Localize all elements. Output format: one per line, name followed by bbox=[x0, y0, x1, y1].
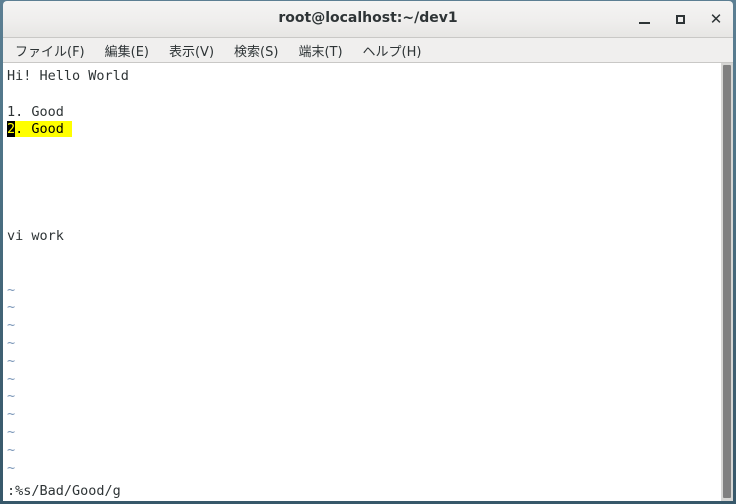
maximize-icon bbox=[675, 15, 685, 24]
terminal-window: root@localhost:~/dev1 ✕ ファイル(F) 編集(E) 表示… bbox=[0, 0, 736, 504]
vi-empty-line-marker: ~ bbox=[7, 459, 16, 476]
menu-item-terminal[interactable]: 端末(T) bbox=[298, 41, 342, 60]
vi-empty-line-marker: ~ bbox=[7, 352, 16, 369]
window-controls: ✕ bbox=[635, 1, 725, 38]
menu-bar: ファイル(F) 編集(E) 表示(V) 検索(S) 端末(T) ヘルプ(H) bbox=[3, 38, 733, 63]
search-match-highlight: . Good bbox=[15, 121, 73, 138]
terminal-body: Hi! Hello World 1. Good 2. Good vi work ~… bbox=[3, 63, 733, 501]
highlighted-line: 2. Good bbox=[7, 121, 720, 139]
window-title: root@localhost:~/dev1 bbox=[278, 10, 458, 26]
vi-empty-line-marker: ~ bbox=[7, 370, 16, 387]
vi-empty-line-marker: ~ bbox=[7, 281, 16, 298]
minimize-button[interactable] bbox=[635, 11, 653, 29]
vi-empty-line-marker: ~ bbox=[7, 317, 16, 334]
vi-empty-line-marker: ~ bbox=[7, 299, 16, 316]
menu-item-view[interactable]: 表示(V) bbox=[169, 41, 214, 60]
title-bar[interactable]: root@localhost:~/dev1 ✕ bbox=[3, 1, 733, 38]
maximize-button[interactable] bbox=[671, 11, 689, 29]
text-cursor: 2 bbox=[7, 121, 16, 138]
vi-empty-line-marker: ~ bbox=[7, 334, 16, 351]
menu-item-search[interactable]: 検索(S) bbox=[234, 41, 278, 60]
terminal-line: Hi! Hello World bbox=[7, 68, 129, 84]
vi-command-line[interactable]: :%s/Bad/Good/g bbox=[3, 481, 720, 501]
scrollbar-thumb[interactable] bbox=[723, 65, 731, 498]
vi-empty-line-marker: ~ bbox=[7, 406, 16, 423]
minimize-icon bbox=[638, 22, 650, 24]
vi-empty-line-marker: ~ bbox=[7, 441, 16, 458]
vi-empty-line-marker: ~ bbox=[7, 388, 16, 405]
vertical-scrollbar[interactable] bbox=[720, 63, 733, 501]
menu-item-edit[interactable]: 編集(E) bbox=[105, 41, 149, 60]
terminal-text-area[interactable]: Hi! Hello World 1. Good 2. Good vi work ~… bbox=[7, 68, 720, 477]
close-icon: ✕ bbox=[709, 10, 723, 28]
menu-item-file[interactable]: ファイル(F) bbox=[15, 41, 85, 60]
close-button[interactable]: ✕ bbox=[707, 11, 725, 29]
vi-empty-line-marker: ~ bbox=[7, 423, 16, 440]
terminal-screen[interactable]: Hi! Hello World 1. Good 2. Good vi work ~… bbox=[3, 63, 720, 501]
menu-item-help[interactable]: ヘルプ(H) bbox=[363, 41, 422, 60]
terminal-line: 1. Good bbox=[7, 103, 64, 120]
terminal-line: vi work bbox=[7, 228, 64, 245]
